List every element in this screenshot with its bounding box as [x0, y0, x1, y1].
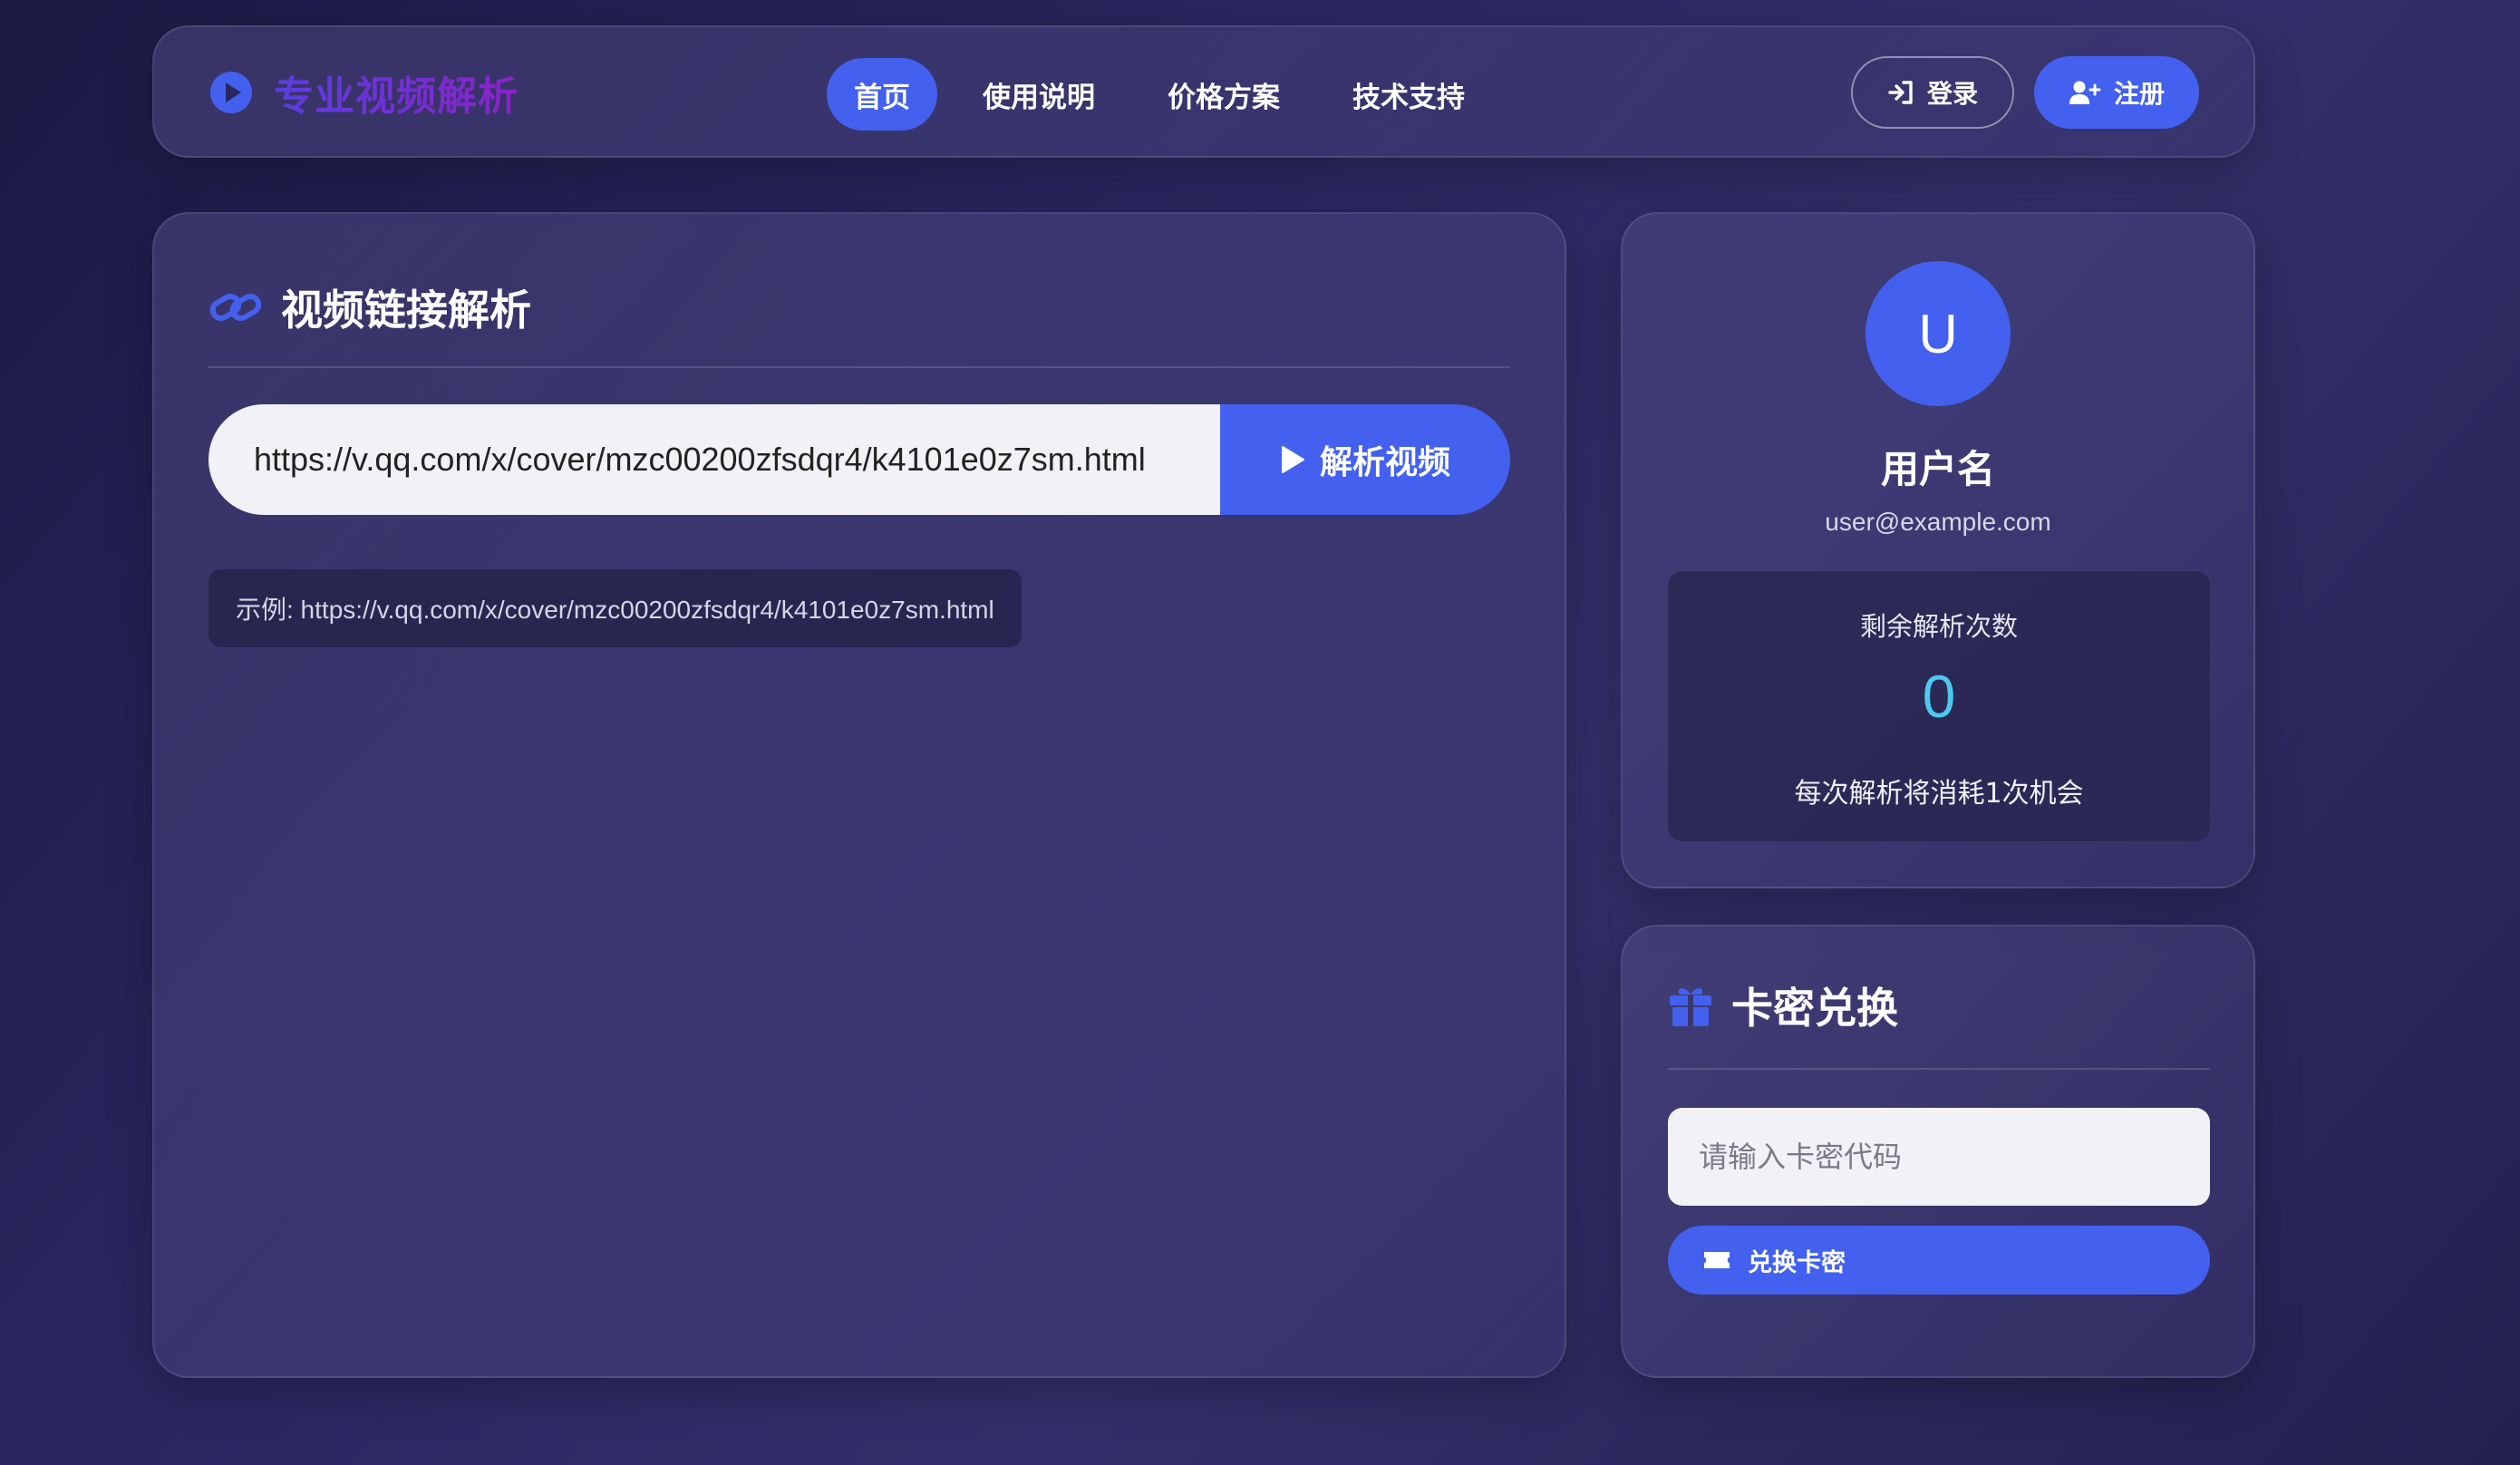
redeem-title-text: 卡密兑换	[1731, 984, 1898, 1033]
parser-title-text: 视频链接解析	[281, 286, 531, 335]
brand-title: 专业视频解析	[274, 63, 519, 121]
login-label: 登录	[1926, 79, 1978, 109]
brand[interactable]: 专业视频解析	[208, 63, 519, 121]
sign-in-icon	[1888, 81, 1913, 104]
url-input[interactable]	[208, 404, 1220, 515]
user-plus-icon	[2069, 81, 2101, 104]
play-circle-icon	[210, 72, 252, 113]
user-card: U 用户名 user@example.com 剩余解析次数 0 每次解析将消耗1…	[1621, 212, 2255, 888]
nav-item-pricing[interactable]: 价格方案	[1140, 58, 1307, 131]
redeem-title: 卡密兑换	[1668, 975, 1898, 1035]
nav-item-support[interactable]: 技术支持	[1325, 58, 1492, 131]
register-button[interactable]: 注册	[2034, 56, 2199, 129]
quota-label: 剩余解析次数	[1859, 611, 2018, 642]
nav-item-guide[interactable]: 使用说明	[955, 58, 1122, 131]
gift-icon	[1670, 988, 1711, 1026]
user-email: user@example.com	[1825, 508, 2051, 536]
parse-video-button[interactable]: 解析视频	[1220, 404, 1510, 515]
parser-divider	[208, 366, 1510, 368]
register-label: 注册	[2113, 79, 2165, 109]
quota-note: 每次解析将消耗1次机会	[1794, 778, 2084, 810]
nav-item-home[interactable]: 首页	[827, 58, 937, 131]
redeem-card: 卡密兑换 兑换卡密	[1621, 925, 2255, 1378]
link-icon	[209, 294, 262, 321]
url-row: 解析视频	[208, 404, 1510, 515]
navbar: 专业视频解析 首页 使用说明 价格方案 技术支持 登录 注册	[152, 25, 2255, 158]
card-code-input[interactable]	[1668, 1108, 2210, 1206]
user-name: 用户名	[1880, 447, 1995, 491]
redeem-divider	[1668, 1068, 2210, 1070]
redeem-button-label: 兑换卡密	[1748, 1248, 1846, 1277]
example-url: 示例: https://v.qq.com/x/cover/mzc00200zfs…	[208, 569, 1022, 647]
auth-buttons: 登录 注册	[1851, 56, 2199, 129]
redeem-button[interactable]: 兑换卡密	[1668, 1226, 2210, 1295]
video-parser-panel: 视频链接解析 解析视频 示例: https://v.qq.com/x/cover…	[152, 212, 1566, 1378]
ticket-icon	[1704, 1252, 1730, 1268]
parser-title: 视频链接解析	[208, 277, 531, 337]
avatar: U	[1866, 261, 2011, 406]
parse-video-label: 解析视频	[1319, 444, 1450, 481]
quota-box: 剩余解析次数 0 每次解析将消耗1次机会	[1668, 571, 2210, 841]
play-icon	[1281, 446, 1304, 473]
login-button[interactable]: 登录	[1851, 56, 2014, 129]
nav-links: 首页 使用说明 价格方案 技术支持	[827, 58, 1510, 131]
quota-value: 0	[1922, 663, 1956, 730]
